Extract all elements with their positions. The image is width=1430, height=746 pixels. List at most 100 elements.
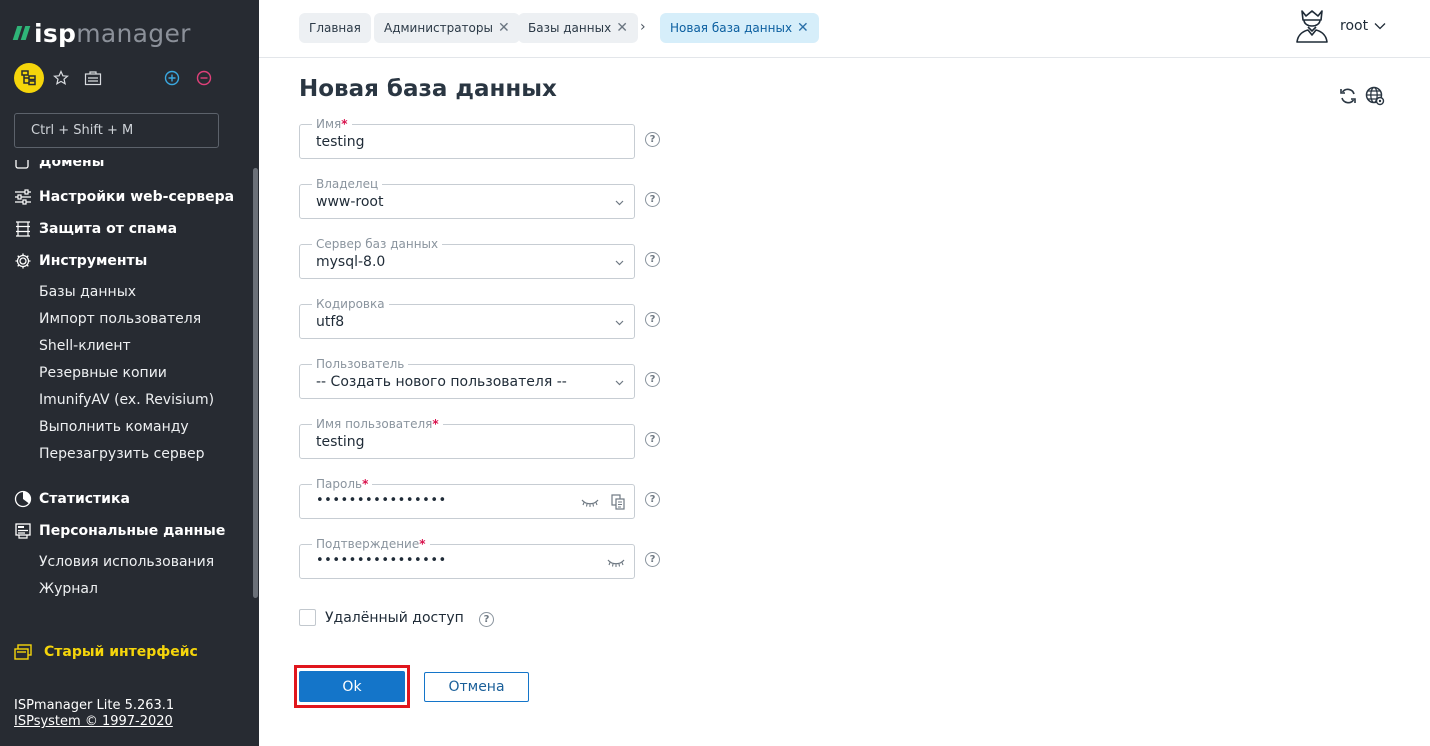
confirm-password-field[interactable]: Подтверждение* •••••••••••••••• — [299, 537, 635, 579]
breadcrumb-databases[interactable]: Базы данных ✕ — [518, 13, 638, 43]
pie-chart-icon — [14, 490, 32, 508]
sidebar-group-tools[interactable]: Инструменты — [14, 250, 147, 272]
generate-password-icon[interactable] — [611, 494, 625, 510]
user-select[interactable]: Пользователь -- Создать нового пользоват… — [299, 357, 635, 399]
old-interface-link[interactable]: Старый интерфейс — [14, 644, 198, 660]
sidebar-item-databases[interactable]: Базы данных — [39, 284, 136, 304]
field-label: Имя* — [312, 117, 352, 131]
password-input[interactable]: •••••••••••••••• — [316, 493, 447, 508]
sidebar-item-shell-client[interactable]: Shell-клиент — [39, 338, 131, 358]
name-field[interactable]: Имя* testing — [299, 117, 635, 159]
chevron-down-icon — [615, 320, 624, 326]
chevron-down-icon — [615, 200, 624, 206]
remote-access-row: Удалённый доступ — [299, 609, 464, 626]
menu-tree-button[interactable] — [14, 63, 44, 93]
help-icon[interactable]: ? — [645, 552, 660, 567]
confirm-password-input[interactable]: •••••••••••••••• — [316, 553, 447, 568]
cancel-button[interactable]: Отмена — [424, 672, 529, 702]
favorites-star-icon[interactable] — [52, 69, 70, 87]
old-interface-label: Старый интерфейс — [44, 644, 198, 660]
sidebar-group-label: Настройки web-сервера — [39, 189, 235, 205]
globe-settings-icon[interactable] — [1365, 86, 1385, 106]
collapse-all-icon[interactable] — [195, 69, 213, 87]
breadcrumb-separator-icon: › — [640, 19, 646, 35]
sidebar-item-terms-of-use[interactable]: Условия использования — [39, 554, 214, 574]
close-icon[interactable]: ✕ — [616, 21, 628, 35]
sidebar: ispmanager Домены — [0, 0, 259, 746]
help-icon[interactable]: ? — [645, 312, 660, 327]
owner-value: www-root — [316, 194, 384, 210]
remote-access-checkbox[interactable] — [299, 609, 316, 626]
sidebar-item-imunifyav[interactable]: ImunifyAV (ex. Revisium) — [39, 392, 214, 412]
sliders-icon — [14, 188, 32, 206]
field-label: Владелец — [312, 177, 383, 191]
menu-search-input[interactable] — [14, 113, 219, 148]
field-label: Кодировка — [312, 297, 389, 311]
sidebar-item-domains[interactable]: Домены — [14, 160, 244, 172]
breadcrumb-admins[interactable]: Администраторы ✕ — [374, 13, 520, 43]
sidebar-group-statistics[interactable]: Статистика — [14, 488, 130, 510]
top-bar: Главная Администраторы ✕ Базы данных ✕ ›… — [259, 0, 1430, 58]
help-icon[interactable]: ? — [645, 132, 660, 147]
sidebar-group-label: Персональные данные — [39, 523, 226, 539]
sidebar-group-web-server[interactable]: Настройки web-сервера — [14, 186, 234, 208]
remote-access-label[interactable]: Удалённый доступ — [325, 610, 464, 626]
encoding-value: utf8 — [316, 314, 345, 330]
name-input[interactable]: testing — [316, 134, 365, 150]
domains-icon — [15, 160, 29, 169]
sidebar-item-backups[interactable]: Резервные копии — [39, 365, 167, 385]
sidebar-scrollbar[interactable] — [253, 168, 258, 598]
sidebar-group-spam[interactable]: Защита от спама — [14, 218, 177, 240]
close-icon[interactable]: ✕ — [797, 21, 809, 35]
copyright-link[interactable]: ISPsystem © 1997-2020 — [14, 714, 174, 730]
dashboard-icon[interactable] — [84, 69, 102, 87]
page-title: Новая база данных — [299, 76, 557, 102]
help-icon[interactable]: ? — [479, 612, 494, 627]
breadcrumb-new-database[interactable]: Новая база данных ✕ — [660, 13, 819, 43]
show-password-icon[interactable] — [581, 495, 599, 509]
user-value: -- Создать нового пользователя -- — [316, 374, 567, 390]
db-server-value: mysql-8.0 — [316, 254, 386, 270]
username-field[interactable]: Имя пользователя* testing — [299, 417, 635, 459]
encoding-select[interactable]: Кодировка utf8 — [299, 297, 635, 339]
breadcrumb-label: Главная — [309, 21, 361, 35]
breadcrumb-label: Новая база данных — [670, 21, 793, 35]
close-icon[interactable]: ✕ — [498, 21, 510, 35]
refresh-icon[interactable] — [1338, 86, 1358, 106]
version-info: ISPmanager Lite 5.263.1 ISPsystem © 1997… — [14, 698, 174, 730]
user-menu[interactable]: root — [1294, 8, 1386, 44]
field-label: Пользователь — [312, 357, 409, 371]
help-icon[interactable]: ? — [645, 432, 660, 447]
ispmanager-logo[interactable]: isp manager — [12, 18, 191, 48]
field-label: Сервер баз данных — [312, 237, 443, 251]
help-icon[interactable]: ? — [645, 252, 660, 267]
breadcrumb-label: Базы данных — [528, 21, 612, 35]
gear-icon — [14, 252, 32, 270]
ok-button[interactable]: Ok — [299, 671, 405, 702]
sidebar-group-personal-data[interactable]: Персональные данные — [14, 520, 225, 542]
help-icon[interactable]: ? — [645, 492, 660, 507]
username-input[interactable]: testing — [316, 434, 365, 450]
sidebar-item-label: Домены — [39, 160, 105, 170]
expand-all-icon[interactable] — [163, 69, 181, 87]
sidebar-item-reboot-server[interactable]: Перезагрузить сервер — [39, 446, 205, 466]
sidebar-item-run-command[interactable]: Выполнить команду — [39, 419, 189, 439]
sidebar-item-user-import[interactable]: Импорт пользователя — [39, 311, 201, 331]
old-interface-icon — [14, 644, 32, 660]
field-label: Пароль* — [312, 477, 373, 491]
sidebar-item-log[interactable]: Журнал — [39, 581, 98, 601]
help-icon[interactable]: ? — [645, 192, 660, 207]
chevron-down-icon — [615, 380, 624, 386]
breadcrumb-home[interactable]: Главная — [299, 13, 371, 43]
help-icon[interactable]: ? — [645, 372, 660, 387]
chevron-down-icon — [1374, 23, 1386, 30]
show-password-icon[interactable] — [607, 555, 625, 569]
field-label: Подтверждение* — [312, 537, 430, 551]
tree-icon — [21, 70, 36, 86]
owner-select[interactable]: Владелец www-root — [299, 177, 635, 219]
logo-bars-icon — [12, 26, 31, 40]
password-field[interactable]: Пароль* •••••••••••••••• — [299, 477, 635, 519]
db-server-select[interactable]: Сервер баз данных mysql-8.0 — [299, 237, 635, 279]
logo-text-isp: isp — [34, 18, 77, 48]
version-text: ISPmanager Lite 5.263.1 — [14, 698, 175, 713]
